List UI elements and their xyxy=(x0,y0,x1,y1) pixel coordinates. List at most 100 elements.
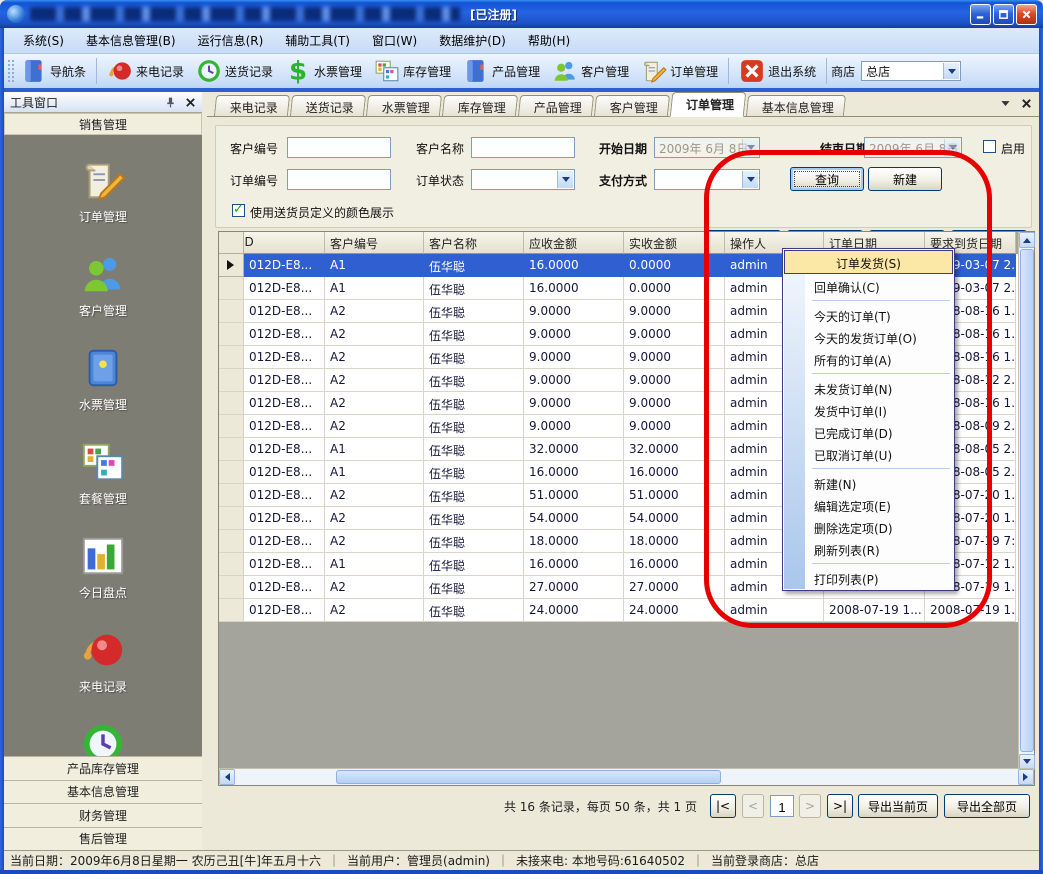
shop-combo[interactable]: 总店 xyxy=(861,61,961,81)
table-row[interactable]: 012D-E8...A2伍华聪24.000024.0000admin2008-0… xyxy=(219,599,1018,622)
vertical-scroll-thumb[interactable] xyxy=(1020,249,1034,752)
row-selector[interactable] xyxy=(219,415,244,438)
context-menu-item[interactable]: 订单发货(S) xyxy=(784,250,953,274)
sidebar-section-sales[interactable]: 销售管理 xyxy=(4,113,202,135)
sidebar-group-basic-info-mgmt[interactable]: 基本信息管理 xyxy=(4,780,202,804)
tab-list-chevron-icon[interactable] xyxy=(999,97,1012,113)
row-selector[interactable] xyxy=(219,346,244,369)
page-number-input[interactable] xyxy=(770,795,794,817)
grid-horizontal-scrollbar[interactable] xyxy=(219,768,1034,785)
menu-help[interactable]: 帮助(H) xyxy=(517,29,581,52)
order-status-combo[interactable] xyxy=(471,169,575,190)
sidebar-item-water-ticket-mgmt[interactable]: 水票管理 xyxy=(43,345,163,413)
tab-delivery-records[interactable]: 送货记录 xyxy=(290,95,366,116)
tab-water-ticket-mgmt[interactable]: 水票管理 xyxy=(366,95,442,116)
row-selector[interactable] xyxy=(219,277,244,300)
enable-checkbox[interactable] xyxy=(983,140,996,153)
customer-code-input[interactable] xyxy=(287,137,391,158)
toolbar-customer-mgmt[interactable]: 客户管理 xyxy=(546,56,635,86)
row-selector[interactable] xyxy=(219,576,244,599)
toolbar-order-mgmt[interactable]: 订单管理 xyxy=(635,56,724,86)
context-menu-item[interactable]: 未发货订单(N) xyxy=(784,377,953,399)
menu-aux-tools[interactable]: 辅助工具(T) xyxy=(274,29,361,52)
toolbar-product-mgmt[interactable]: 产品管理 xyxy=(457,56,546,86)
tab-product-mgmt[interactable]: 产品管理 xyxy=(518,95,594,116)
chevron-down-icon[interactable] xyxy=(742,171,758,188)
tab-order-mgmt[interactable]: 订单管理 xyxy=(670,92,747,117)
context-menu-item[interactable]: 今天的订单(T) xyxy=(784,304,953,326)
color-checkbox[interactable] xyxy=(232,204,245,217)
chevron-down-icon[interactable] xyxy=(742,139,758,156)
context-menu-item[interactable]: 今天的发货订单(O) xyxy=(784,326,953,348)
last-page-button[interactable]: >| xyxy=(827,794,853,818)
customer-name-input[interactable] xyxy=(471,137,575,158)
sidebar-group-product-inventory-mgmt[interactable]: 产品库存管理 xyxy=(4,756,202,780)
menu-window[interactable]: 窗口(W) xyxy=(361,29,428,52)
row-selector[interactable] xyxy=(219,369,244,392)
context-menu-item[interactable]: 发货中订单(I) xyxy=(784,399,953,421)
pay-method-combo[interactable] xyxy=(654,169,760,190)
column-header-receivable[interactable]: 应收金额 xyxy=(524,232,624,254)
row-selector[interactable] xyxy=(219,392,244,415)
row-selector[interactable] xyxy=(219,530,244,553)
row-selector[interactable] xyxy=(219,254,244,277)
tab-inventory-mgmt[interactable]: 库存管理 xyxy=(442,95,518,116)
menu-data-maintenance[interactable]: 数据维护(D) xyxy=(428,29,517,52)
tab-close-icon[interactable] xyxy=(1020,97,1033,113)
close-button[interactable] xyxy=(1016,4,1037,25)
row-selector[interactable] xyxy=(219,461,244,484)
tab-call-records[interactable]: 来电记录 xyxy=(214,95,290,116)
toolbar-exit-system[interactable]: 退出系统 xyxy=(733,56,822,86)
toolbar-inventory-mgmt[interactable]: 库存管理 xyxy=(368,56,457,86)
toolbar-call-records[interactable]: 来电记录 xyxy=(101,56,190,86)
column-header-received[interactable]: 实收金额 xyxy=(624,232,725,254)
row-selector[interactable] xyxy=(219,507,244,530)
order-code-input[interactable] xyxy=(287,169,391,190)
tab-basic-info-mgmt[interactable]: 基本信息管理 xyxy=(746,95,846,116)
chevron-down-icon[interactable] xyxy=(557,171,573,188)
row-selector[interactable] xyxy=(219,599,244,622)
start-date-picker[interactable]: 2009年 6月 8日 xyxy=(654,137,760,158)
export-current-page-button[interactable]: 导出当前页 xyxy=(858,794,938,818)
context-menu-item[interactable]: 刷新列表(R) xyxy=(784,538,953,560)
tab-customer-mgmt[interactable]: 客户管理 xyxy=(594,95,670,116)
sidebar-group-after-sales-mgmt[interactable]: 售后管理 xyxy=(4,827,202,851)
chevron-down-icon[interactable] xyxy=(943,63,959,79)
maximize-button[interactable] xyxy=(993,4,1014,25)
sidebar-item-today-inventory[interactable]: 今日盘点 xyxy=(43,533,163,601)
row-selector[interactable] xyxy=(219,323,244,346)
row-selector[interactable] xyxy=(219,438,244,461)
context-menu-item[interactable]: 编辑选定项(E) xyxy=(784,494,953,516)
toolbar-delivery-records[interactable]: 送货记录 xyxy=(190,56,279,86)
sidebar-item-order-mgmt[interactable]: 订单管理 xyxy=(43,157,163,225)
sidebar-item-customer-mgmt[interactable]: 客户管理 xyxy=(43,251,163,319)
scroll-up-icon[interactable] xyxy=(1019,232,1035,248)
context-menu-item[interactable]: 新建(N) xyxy=(784,472,953,494)
context-menu-item[interactable]: 回单确认(C) xyxy=(784,275,953,297)
menu-runtime-info[interactable]: 运行信息(R) xyxy=(187,29,275,52)
sidebar-item-delivery-records[interactable]: 送货记录 xyxy=(43,721,163,760)
minimize-button[interactable] xyxy=(970,4,991,25)
next-page-button[interactable]: > xyxy=(799,794,821,818)
column-header-name[interactable]: 客户名称 xyxy=(424,232,524,254)
scroll-left-icon[interactable] xyxy=(219,769,235,785)
row-selector[interactable] xyxy=(219,300,244,323)
close-tool-window-icon[interactable] xyxy=(182,94,198,110)
sidebar-group-finance-mgmt[interactable]: 财务管理 xyxy=(4,803,202,827)
horizontal-scroll-thumb[interactable] xyxy=(336,770,721,784)
context-menu-item[interactable]: 打印列表(P) xyxy=(784,567,953,589)
column-header-id[interactable]: ID xyxy=(244,232,325,254)
toolbar-water-ticket-mgmt[interactable]: $水票管理 xyxy=(279,56,368,86)
sidebar-item-call-records[interactable]: 来电记录 xyxy=(43,627,163,695)
context-menu-item[interactable]: 已取消订单(U) xyxy=(784,443,953,465)
prev-page-button[interactable]: < xyxy=(742,794,764,818)
toolbar-grip[interactable] xyxy=(7,59,15,83)
query-button[interactable]: 查询 xyxy=(790,167,864,191)
toolbar-navigator[interactable]: 导航条 xyxy=(15,56,92,86)
scroll-right-icon[interactable] xyxy=(1018,769,1034,785)
sidebar-item-combo-mgmt[interactable]: 套餐管理 xyxy=(43,439,163,507)
end-date-picker[interactable]: 2009年 6月 8日 xyxy=(864,137,962,158)
context-menu-item[interactable]: 已完成订单(D) xyxy=(784,421,953,443)
row-selector[interactable] xyxy=(219,553,244,576)
pin-icon[interactable] xyxy=(162,94,178,110)
